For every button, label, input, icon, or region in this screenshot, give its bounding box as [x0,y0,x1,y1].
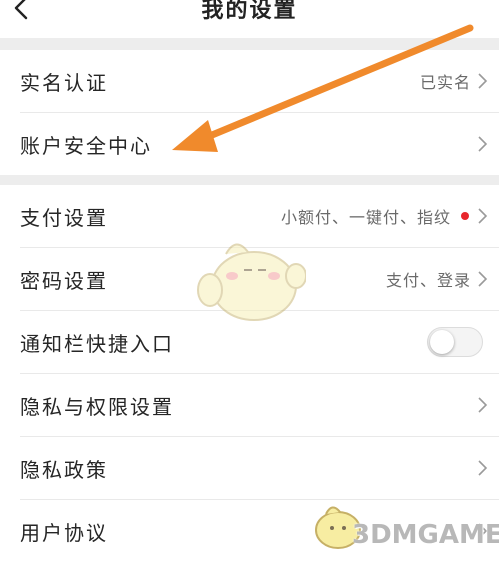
settings-row-real-name[interactable]: 实名认证 已实名 [0,50,499,112]
row-label: 实名认证 [20,70,108,95]
top-bar: 我的设置 [0,0,499,38]
chevron-right-icon [478,271,488,287]
page-title: 我的设置 [201,0,298,23]
chevron-right-icon [478,208,488,224]
row-value: 已实名 [419,73,471,92]
row-label: 密码设置 [20,268,108,293]
watermark-text: 3DMGAME [352,520,499,550]
chevron-right-icon [478,136,488,152]
notification-dot [461,212,469,220]
chevron-right-icon [478,397,488,413]
row-value: 小额付、一键付、指纹 [280,208,451,227]
row-label: 用户协议 [20,520,108,545]
settings-row-password[interactable]: 密码设置 支付、登录 [0,248,499,310]
row-label: 隐私与权限设置 [20,394,174,419]
section-divider [0,175,499,185]
notification-shortcut-toggle[interactable] [427,327,483,357]
chevron-right-icon [478,73,488,89]
toggle-knob [430,330,454,354]
row-label: 支付设置 [20,205,108,230]
settings-row-privacy-policy[interactable]: 隐私政策 [0,437,499,499]
settings-row-payment[interactable]: 支付设置 小额付、一键付、指纹 [0,185,499,247]
row-value: 支付、登录 [385,271,471,290]
chevron-right-icon [478,460,488,476]
row-label: 隐私政策 [20,457,108,482]
settings-row-privacy-permissions[interactable]: 隐私与权限设置 [0,374,499,436]
row-label: 账户安全中心 [20,133,152,158]
settings-row-notification-shortcut: 通知栏快捷入口 [0,311,499,373]
settings-row-account-security[interactable]: 账户安全中心 [0,113,499,175]
section-divider [0,38,499,50]
row-label: 通知栏快捷入口 [20,331,174,356]
